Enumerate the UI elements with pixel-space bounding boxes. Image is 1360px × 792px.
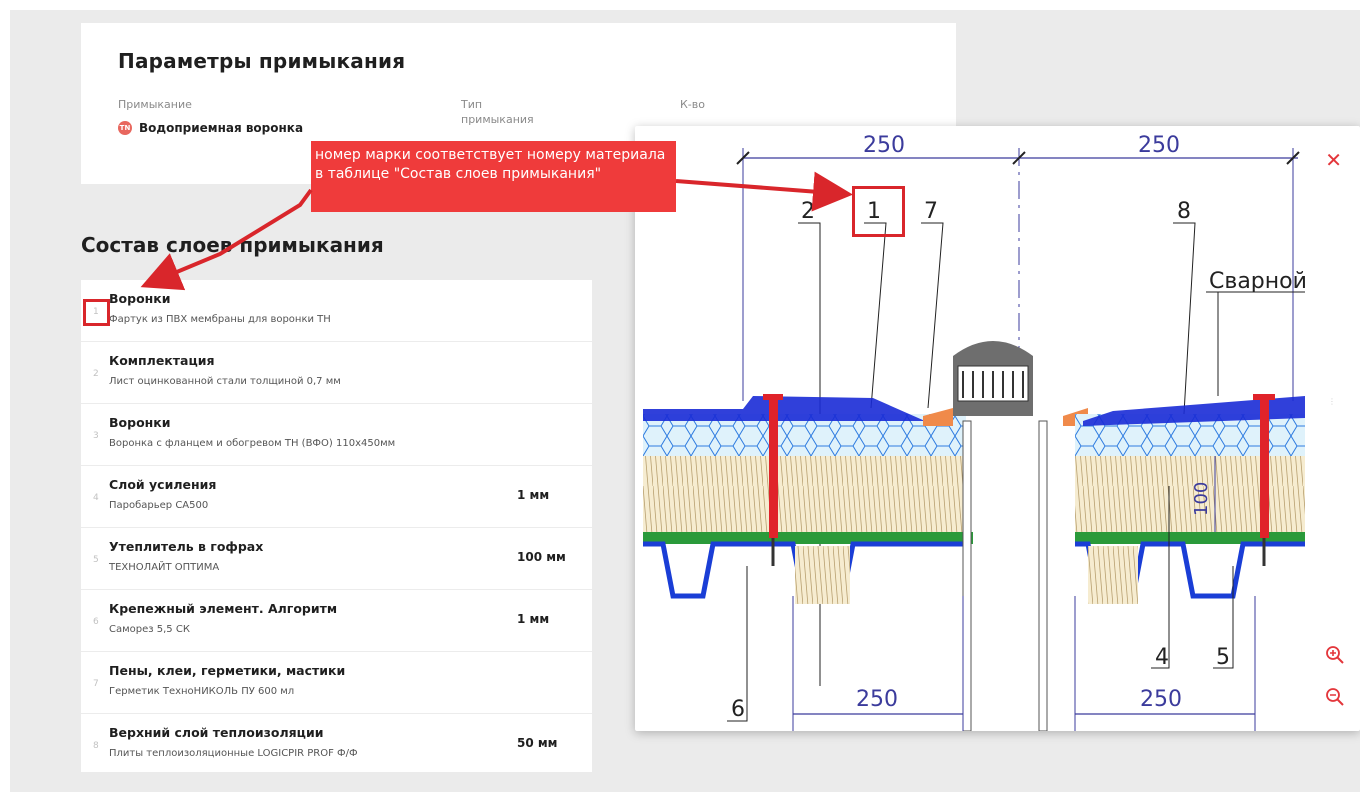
layer-number: 8 — [93, 741, 99, 751]
mark-2: 2 — [801, 199, 815, 224]
mark-5: 5 — [1216, 645, 1230, 670]
layer-row-5[interactable]: 5 Утеплитель в гофрах ТЕХНОЛАЙТ ОПТИМА 1… — [81, 528, 592, 590]
layer-subtitle: ТЕХНОЛАЙТ ОПТИМА — [109, 562, 220, 573]
param-label-type: Тип примыкания — [461, 98, 534, 126]
layer-subtitle: Паробарьер СА500 — [109, 500, 209, 511]
zoom-in-icon[interactable] — [1324, 644, 1346, 666]
layer-row-7[interactable]: 7 Пены, клеи, герметики, мастики Гермети… — [81, 652, 592, 714]
dimension-top-right: 250 — [1138, 133, 1180, 158]
layer-number: 2 — [93, 369, 99, 379]
adjunction-drawing: 250 250 2 1 7 8 Сварной 100 6 4 5 250 25… — [643, 133, 1305, 731]
close-icon[interactable]: ✕ — [1325, 150, 1342, 170]
param-label-count: К-во — [680, 98, 705, 111]
param-value-adjunction: TN Водоприемная воронка — [118, 121, 303, 135]
layer-row-4[interactable]: 4 Слой усиления Паробарьер СА500 1 мм — [81, 466, 592, 528]
layer-row-2[interactable]: 2 Комплектация Лист оцинкованной стали т… — [81, 342, 592, 404]
layer-value: 1 мм — [517, 488, 550, 502]
layer-title: Воронки — [109, 291, 171, 306]
drawing-label-welded: Сварной — [1209, 269, 1305, 294]
mark-4: 4 — [1155, 645, 1169, 670]
layer-number: 5 — [93, 555, 99, 565]
dimension-top-left: 250 — [863, 133, 905, 158]
param-value-adjunction-text: Водоприемная воронка — [139, 121, 304, 135]
layers-table: 1 Воронки Фартук из ПВХ мембраны для вор… — [81, 280, 592, 772]
drawing-modal: 250 250 2 1 7 8 Сварной 100 6 4 5 250 25… — [635, 126, 1360, 731]
layer-subtitle: Саморез 5,5 СК — [109, 624, 190, 635]
layer-title: Пены, клеи, герметики, мастики — [109, 663, 346, 678]
layer-value: 100 мм — [517, 550, 566, 564]
layer-title: Крепежный элемент. Алгоритм — [109, 601, 338, 616]
layer-subtitle: Лист оцинкованной стали толщиной 0,7 мм — [109, 376, 341, 387]
mark-6: 6 — [731, 697, 745, 722]
layer-number: 7 — [93, 679, 99, 689]
dimension-bottom-left: 250 — [856, 687, 898, 712]
layer-row-3[interactable]: 3 Воронки Воронка с фланцем и обогревом … — [81, 404, 592, 466]
layer-row-8[interactable]: 8 Верхний слой теплоизоляции Плиты тепло… — [81, 714, 592, 776]
highlight-mark-box — [852, 186, 905, 237]
layer-title: Утеплитель в гофрах — [109, 539, 264, 554]
layer-subtitle: Плиты теплоизоляционные LOGICPIR PROF Ф/… — [109, 748, 358, 759]
layer-title: Воронки — [109, 415, 171, 430]
layer-number: 4 — [93, 493, 99, 503]
layer-subtitle: Воронка с фланцем и обогревом ТН (ВФО) 1… — [109, 438, 396, 449]
dimension-bottom-right: 250 — [1140, 687, 1182, 712]
layer-value: 1 мм — [517, 612, 550, 626]
dimension-vertical: 100 — [1191, 482, 1212, 516]
annotation-callout: номер марки соответствует номеру материа… — [311, 141, 676, 212]
params-title: Параметры примыкания — [118, 49, 406, 73]
param-label-adjunction: Примыкание — [118, 98, 192, 111]
layer-title: Верхний слой теплоизоляции — [109, 725, 324, 740]
layer-subtitle: Фартук из ПВХ мембраны для воронки ТН — [109, 314, 331, 325]
mark-8: 8 — [1177, 199, 1191, 224]
drag-handle-icon[interactable]: ⋮ — [1328, 398, 1336, 406]
layer-subtitle: Герметик ТехноНИКОЛЬ ПУ 600 мл — [109, 686, 295, 697]
tn-logo-icon: TN — [118, 121, 132, 135]
layers-title: Состав слоев примыкания — [81, 233, 384, 257]
layer-number: 3 — [93, 431, 99, 441]
layer-number: 6 — [93, 617, 99, 627]
zoom-out-icon[interactable] — [1324, 686, 1346, 708]
layer-title: Слой усиления — [109, 477, 217, 492]
mark-7: 7 — [924, 199, 938, 224]
layer-row-6[interactable]: 6 Крепежный элемент. Алгоритм Саморез 5,… — [81, 590, 592, 652]
highlight-layer-number-box — [83, 299, 110, 326]
layer-value: 50 мм — [517, 736, 558, 750]
layer-row-1[interactable]: 1 Воронки Фартук из ПВХ мембраны для вор… — [81, 280, 592, 342]
layer-title: Комплектация — [109, 353, 215, 368]
